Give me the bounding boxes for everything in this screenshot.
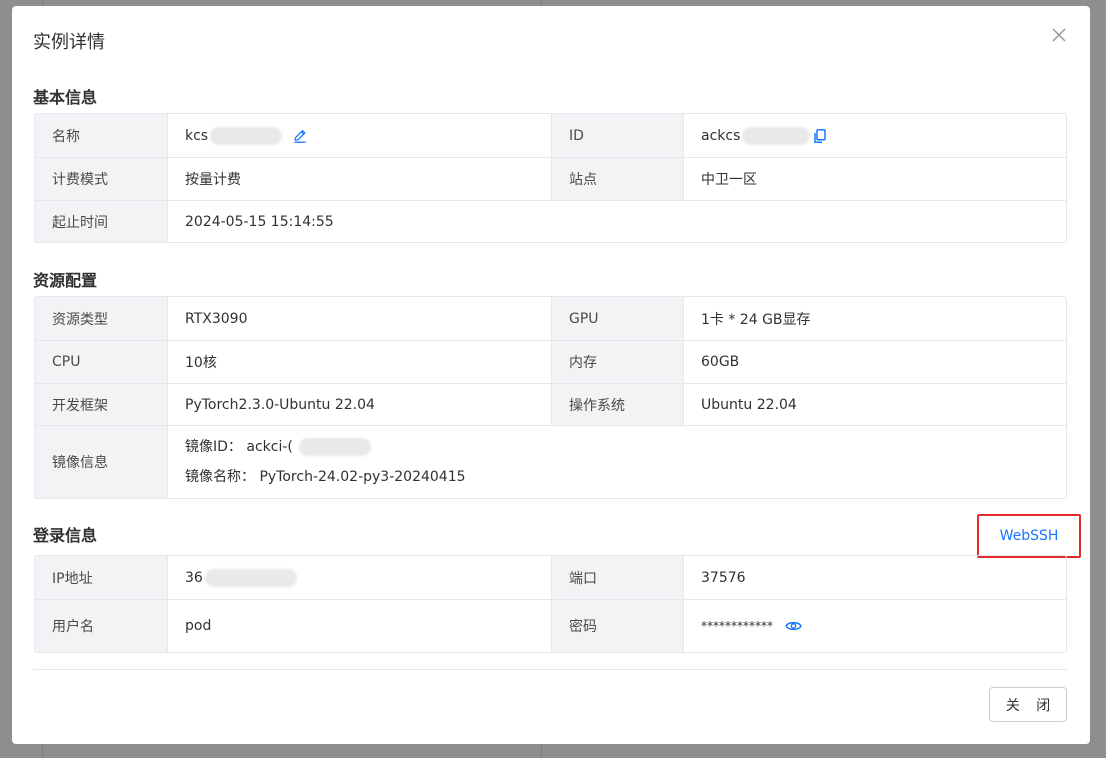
- site-label: 站点: [551, 158, 683, 200]
- name-cell: kcs: [167, 114, 551, 157]
- username-value: pod: [167, 600, 551, 652]
- memory-label: 内存: [551, 341, 683, 383]
- table-row: 开发框架 PyTorch2.3.0-Ubuntu 22.04 操作系统 Ubun…: [35, 383, 1066, 425]
- id-label: ID: [551, 114, 683, 157]
- image-id-label: 镜像ID：: [185, 439, 242, 455]
- image-info-cell: 镜像ID： ackci-( 镜像名称： PyTorch-24.02-py3-20…: [167, 426, 1066, 498]
- id-value: ackcs: [701, 127, 741, 144]
- memory-value: 60GB: [683, 341, 1066, 383]
- redacted-mask: [742, 126, 811, 145]
- table-row: CPU 10核 内存 60GB: [35, 340, 1066, 383]
- copy-icon[interactable]: [812, 128, 828, 144]
- table-row: 名称 kcs ID ackcs: [35, 114, 1066, 157]
- site-value: 中卫一区: [683, 158, 1066, 200]
- footer-divider: [33, 669, 1067, 670]
- image-id-line: 镜像ID： ackci-(: [185, 438, 466, 456]
- image-name-line: 镜像名称： PyTorch-24.02-py3-20240415: [185, 468, 466, 486]
- billing-value: 按量计费: [167, 158, 551, 200]
- redacted-mask: [204, 568, 297, 587]
- eye-icon[interactable]: [785, 619, 802, 633]
- dialog-title: 实例详情: [33, 32, 105, 53]
- close-button[interactable]: 关 闭: [989, 687, 1067, 722]
- gpu-value: 1卡 * 24 GB显存: [683, 297, 1066, 340]
- time-label: 起止时间: [35, 201, 167, 242]
- image-info-label: 镜像信息: [35, 426, 167, 498]
- password-cell: ************: [683, 600, 1066, 652]
- os-label: 操作系统: [551, 384, 683, 425]
- gpu-label: GPU: [551, 297, 683, 340]
- framework-value: PyTorch2.3.0-Ubuntu 22.04: [167, 384, 551, 425]
- billing-label: 计费模式: [35, 158, 167, 200]
- password-value: ************: [701, 619, 773, 633]
- os-value: Ubuntu 22.04: [683, 384, 1066, 425]
- port-label: 端口: [551, 556, 683, 599]
- webssh-highlight: WebSSH: [977, 514, 1081, 558]
- id-cell: ackcs: [683, 114, 1066, 157]
- table-row: IP地址 36 端口 37576: [35, 556, 1066, 599]
- table-row: 用户名 pod 密码 ************: [35, 599, 1066, 652]
- table-row: 镜像信息 镜像ID： ackci-( 镜像名称： PyTorch-24.02-p…: [35, 425, 1066, 498]
- basic-info-table: 名称 kcs ID ackcs 计费模式 按量计费 站点 中卫一区 起止时间 2…: [34, 113, 1067, 243]
- login-info-table: IP地址 36 端口 37576 用户名 pod 密码 ************: [34, 555, 1067, 653]
- close-icon[interactable]: [1048, 24, 1070, 46]
- section-title-basic: 基本信息: [33, 88, 98, 107]
- framework-label: 开发框架: [35, 384, 167, 425]
- image-id-value: ackci-(: [246, 439, 293, 455]
- ip-cell: 36: [167, 556, 551, 599]
- time-value: 2024-05-15 15:14:55: [167, 201, 1066, 242]
- password-label: 密码: [551, 600, 683, 652]
- resource-config-table: 资源类型 RTX3090 GPU 1卡 * 24 GB显存 CPU 10核 内存…: [34, 296, 1067, 499]
- cpu-label: CPU: [35, 341, 167, 383]
- ip-value: 36: [185, 569, 203, 586]
- name-value: kcs: [185, 127, 209, 144]
- cpu-value: 10核: [167, 341, 551, 383]
- instance-detail-dialog: 实例详情 基本信息 名称 kcs ID ackcs 计费模式 按量计费 站点 中…: [12, 6, 1090, 744]
- section-title-resource: 资源配置: [33, 271, 98, 290]
- redacted-mask: [299, 438, 372, 456]
- ip-label: IP地址: [35, 556, 167, 599]
- image-name-label: 镜像名称：: [185, 469, 255, 485]
- table-row: 起止时间 2024-05-15 15:14:55: [35, 200, 1066, 242]
- webssh-link[interactable]: WebSSH: [1000, 528, 1059, 544]
- resource-type-value: RTX3090: [167, 297, 551, 340]
- port-value: 37576: [683, 556, 1066, 599]
- resource-type-label: 资源类型: [35, 297, 167, 340]
- table-row: 计费模式 按量计费 站点 中卫一区: [35, 157, 1066, 200]
- edit-icon[interactable]: [292, 128, 308, 144]
- section-title-login: 登录信息: [33, 526, 98, 545]
- table-row: 资源类型 RTX3090 GPU 1卡 * 24 GB显存: [35, 297, 1066, 340]
- name-label: 名称: [35, 114, 167, 157]
- image-name-value: PyTorch-24.02-py3-20240415: [259, 469, 466, 485]
- username-label: 用户名: [35, 600, 167, 652]
- redacted-mask: [210, 126, 283, 145]
